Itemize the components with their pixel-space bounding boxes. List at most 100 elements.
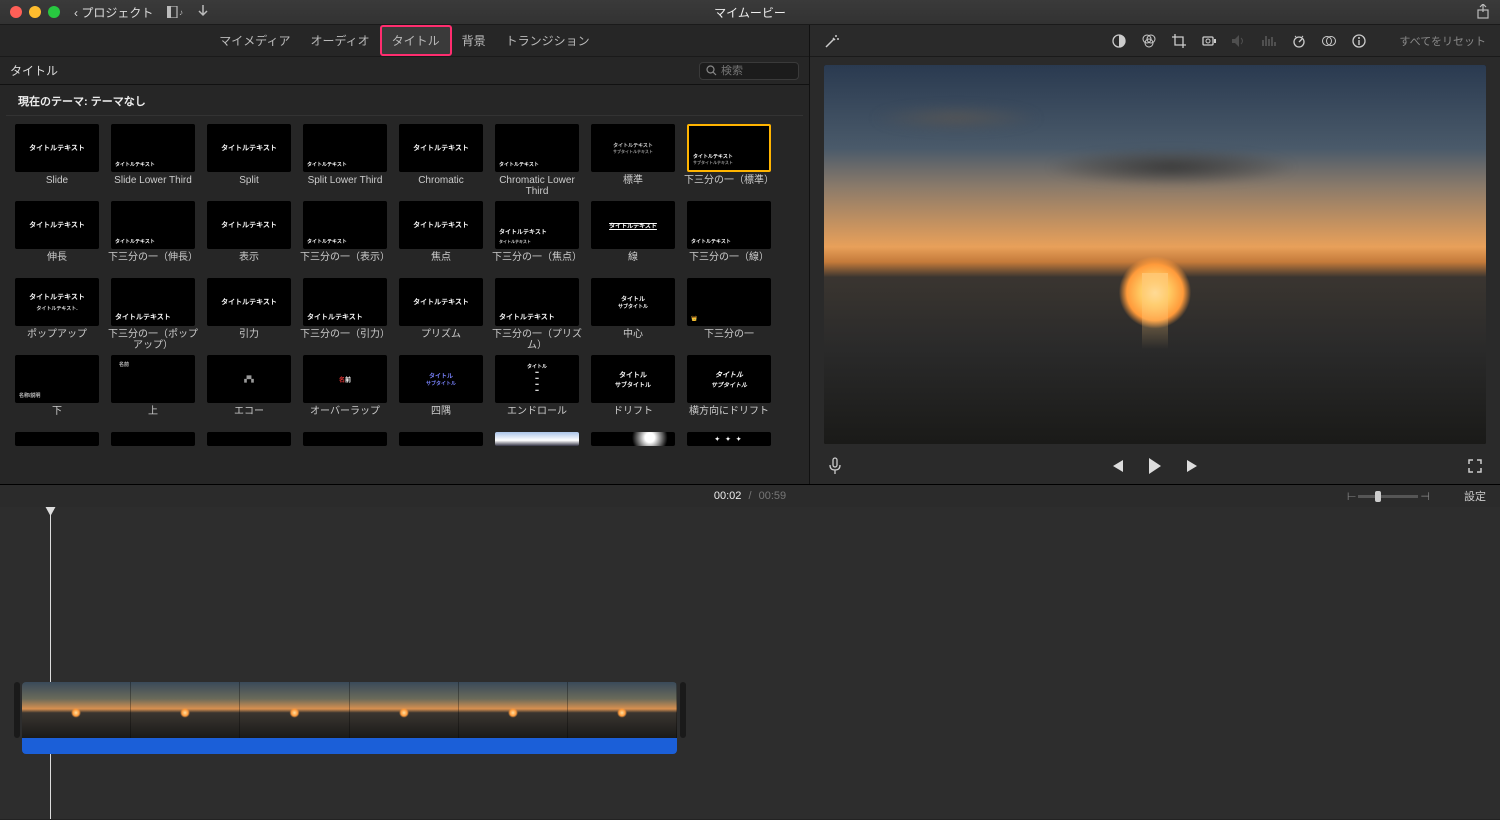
timeline-settings-button[interactable]: 設定 bbox=[1464, 488, 1486, 504]
title-thumbnail[interactable]: タイトルテキスト bbox=[687, 201, 771, 249]
search-box[interactable] bbox=[699, 62, 799, 80]
title-preset[interactable]: 名前上 bbox=[108, 355, 198, 428]
filter-icon[interactable] bbox=[1321, 33, 1337, 49]
clip-handle-right[interactable] bbox=[680, 682, 686, 738]
title-preset[interactable] bbox=[396, 432, 486, 446]
title-thumbnail[interactable]: タイトルテキスト bbox=[303, 124, 387, 172]
title-preset[interactable]: タイトルテキスト表示 bbox=[204, 201, 294, 274]
title-thumbnail[interactable]: タイトルテキストタイトルテキスト. bbox=[15, 278, 99, 326]
clip-handle-left[interactable] bbox=[14, 682, 20, 738]
title-preset[interactable]: 名称/説明下 bbox=[12, 355, 102, 428]
title-preset[interactable]: タイトルテキストプリズム bbox=[396, 278, 486, 351]
title-preset[interactable]: タイトルサブタイトルドリフト bbox=[588, 355, 678, 428]
title-thumbnail[interactable]: タイトルテキスト bbox=[399, 278, 483, 326]
title-preset[interactable]: タイトルサブタイトル四隅 bbox=[396, 355, 486, 428]
reset-all-button[interactable]: すべてをリセット bbox=[1399, 33, 1486, 49]
title-preset[interactable]: 👑下三分の一 bbox=[684, 278, 774, 351]
title-preset[interactable]: タイトルテキストSplit Lower Third bbox=[300, 124, 390, 197]
playhead[interactable] bbox=[50, 507, 51, 819]
title-preset[interactable]: タイトルテキスト線 bbox=[588, 201, 678, 274]
timeline-zoom-slider[interactable]: ⊢ ⊣ bbox=[1347, 490, 1430, 503]
title-thumbnail[interactable]: タイトルテキストタイトルテキスト bbox=[495, 201, 579, 249]
magic-wand-icon[interactable] bbox=[824, 33, 840, 49]
library-view-icon[interactable]: ♪ bbox=[167, 6, 183, 18]
title-preset[interactable]: タイトルサブタイトル中心 bbox=[588, 278, 678, 351]
noise-reduction-icon[interactable] bbox=[1261, 33, 1277, 49]
title-thumbnail[interactable] bbox=[591, 432, 675, 446]
title-thumbnail[interactable] bbox=[15, 432, 99, 446]
tab-transition[interactable]: トランジション bbox=[496, 26, 600, 55]
title-thumbnail[interactable]: タイトルテキストサブタイトルテキスト bbox=[687, 124, 771, 172]
tab-audio[interactable]: オーディオ bbox=[300, 26, 379, 55]
search-input[interactable] bbox=[721, 65, 791, 77]
title-thumbnail[interactable]: タイトルテキスト bbox=[207, 124, 291, 172]
color-correction-icon[interactable] bbox=[1141, 33, 1157, 49]
title-preset[interactable]: タイトルサブタイトル横方向にドリフト bbox=[684, 355, 774, 428]
title-thumbnail[interactable]: タイトル━━━━ bbox=[495, 355, 579, 403]
title-thumbnail[interactable]: タイトルテキストサブタイトルテキスト bbox=[591, 124, 675, 172]
title-thumbnail[interactable]: タイトルテキスト bbox=[207, 201, 291, 249]
title-preset[interactable] bbox=[12, 432, 102, 446]
title-thumbnail[interactable] bbox=[207, 432, 291, 446]
title-preset[interactable]: タイトルテキストタイトルテキスト.ポップアップ bbox=[12, 278, 102, 351]
titles-grid-scroll[interactable]: タイトルテキストSlideタイトルテキストSlide Lower Thirdタイ… bbox=[0, 116, 809, 484]
title-thumbnail[interactable]: タイトルテキスト bbox=[111, 201, 195, 249]
title-preset[interactable]: タイトルテキスト下三分の一（伸長） bbox=[108, 201, 198, 274]
next-button[interactable] bbox=[1185, 459, 1201, 473]
minimize-window-button[interactable] bbox=[29, 6, 41, 18]
title-preset[interactable]: タイトルテキストタイトルテキスト下三分の一（焦点） bbox=[492, 201, 582, 274]
maximize-window-button[interactable] bbox=[48, 6, 60, 18]
title-preset[interactable]: タイトルテキストSplit bbox=[204, 124, 294, 197]
title-thumbnail[interactable]: タイトルサブタイトル bbox=[687, 355, 771, 403]
clip-audio-track[interactable] bbox=[22, 738, 677, 754]
title-thumbnail[interactable]: タイトルテキスト bbox=[303, 278, 387, 326]
share-icon[interactable] bbox=[1476, 4, 1490, 20]
title-thumbnail[interactable]: タイトルテキスト bbox=[207, 278, 291, 326]
color-balance-icon[interactable] bbox=[1111, 33, 1127, 49]
title-thumbnail[interactable]: ✦ ✦ ✦ bbox=[687, 432, 771, 446]
title-preset[interactable]: タイトルテキストSlide bbox=[12, 124, 102, 197]
title-preset[interactable] bbox=[108, 432, 198, 446]
title-preset[interactable]: タイトルテキストSlide Lower Third bbox=[108, 124, 198, 197]
tab-title[interactable]: タイトル bbox=[380, 25, 452, 56]
play-button[interactable] bbox=[1147, 457, 1163, 475]
title-thumbnail[interactable]: ▞▚ bbox=[207, 355, 291, 403]
title-thumbnail[interactable]: タイトルサブタイトル bbox=[591, 278, 675, 326]
title-thumbnail[interactable]: 名前 bbox=[303, 355, 387, 403]
title-thumbnail[interactable] bbox=[399, 432, 483, 446]
title-thumbnail[interactable]: タイトルテキスト bbox=[591, 201, 675, 249]
info-icon[interactable] bbox=[1351, 33, 1367, 49]
fullscreen-icon[interactable] bbox=[1468, 459, 1482, 473]
title-thumbnail[interactable]: タイトルテキスト bbox=[399, 201, 483, 249]
title-preset[interactable]: タイトルテキスト焦点 bbox=[396, 201, 486, 274]
title-preset[interactable]: タイトルテキスト下三分の一（線） bbox=[684, 201, 774, 274]
title-thumbnail[interactable] bbox=[495, 432, 579, 446]
speed-icon[interactable] bbox=[1291, 33, 1307, 49]
title-thumbnail[interactable]: タイトルテキスト bbox=[111, 278, 195, 326]
title-preset[interactable]: タイトルテキスト下三分の一（ポップアップ） bbox=[108, 278, 198, 351]
title-preset[interactable]: タイトルテキスト伸長 bbox=[12, 201, 102, 274]
back-to-projects-button[interactable]: ‹ プロジェクト bbox=[74, 4, 153, 21]
close-window-button[interactable] bbox=[10, 6, 22, 18]
title-preset[interactable]: ▞▚エコー bbox=[204, 355, 294, 428]
title-thumbnail[interactable] bbox=[111, 432, 195, 446]
import-icon[interactable] bbox=[197, 5, 209, 19]
title-preset[interactable]: 名前オーバーラップ bbox=[300, 355, 390, 428]
crop-icon[interactable] bbox=[1171, 33, 1187, 49]
title-thumbnail[interactable]: タイトルテキスト bbox=[303, 201, 387, 249]
title-preset[interactable]: タイトルテキスト引力 bbox=[204, 278, 294, 351]
tab-my-media[interactable]: マイメディア bbox=[209, 26, 300, 55]
title-preset[interactable]: タイトルテキスト下三分の一（プリズム） bbox=[492, 278, 582, 351]
title-preset[interactable] bbox=[588, 432, 678, 446]
title-thumbnail[interactable]: タイトルテキスト bbox=[15, 124, 99, 172]
title-preset[interactable]: タイトルテキストサブタイトルテキスト下三分の一（標準） bbox=[684, 124, 774, 197]
zoom-knob[interactable] bbox=[1375, 491, 1381, 502]
title-thumbnail[interactable]: タイトルテキスト bbox=[495, 278, 579, 326]
tab-background[interactable]: 背景 bbox=[452, 26, 496, 55]
voiceover-icon[interactable] bbox=[828, 457, 842, 475]
title-preset[interactable]: タイトルテキストサブタイトルテキスト標準 bbox=[588, 124, 678, 197]
title-thumbnail[interactable]: タイトルテキスト bbox=[399, 124, 483, 172]
title-preset[interactable]: タイトルテキスト下三分の一（表示） bbox=[300, 201, 390, 274]
preview-monitor[interactable] bbox=[824, 65, 1486, 444]
title-thumbnail[interactable]: タイトルテキスト bbox=[495, 124, 579, 172]
